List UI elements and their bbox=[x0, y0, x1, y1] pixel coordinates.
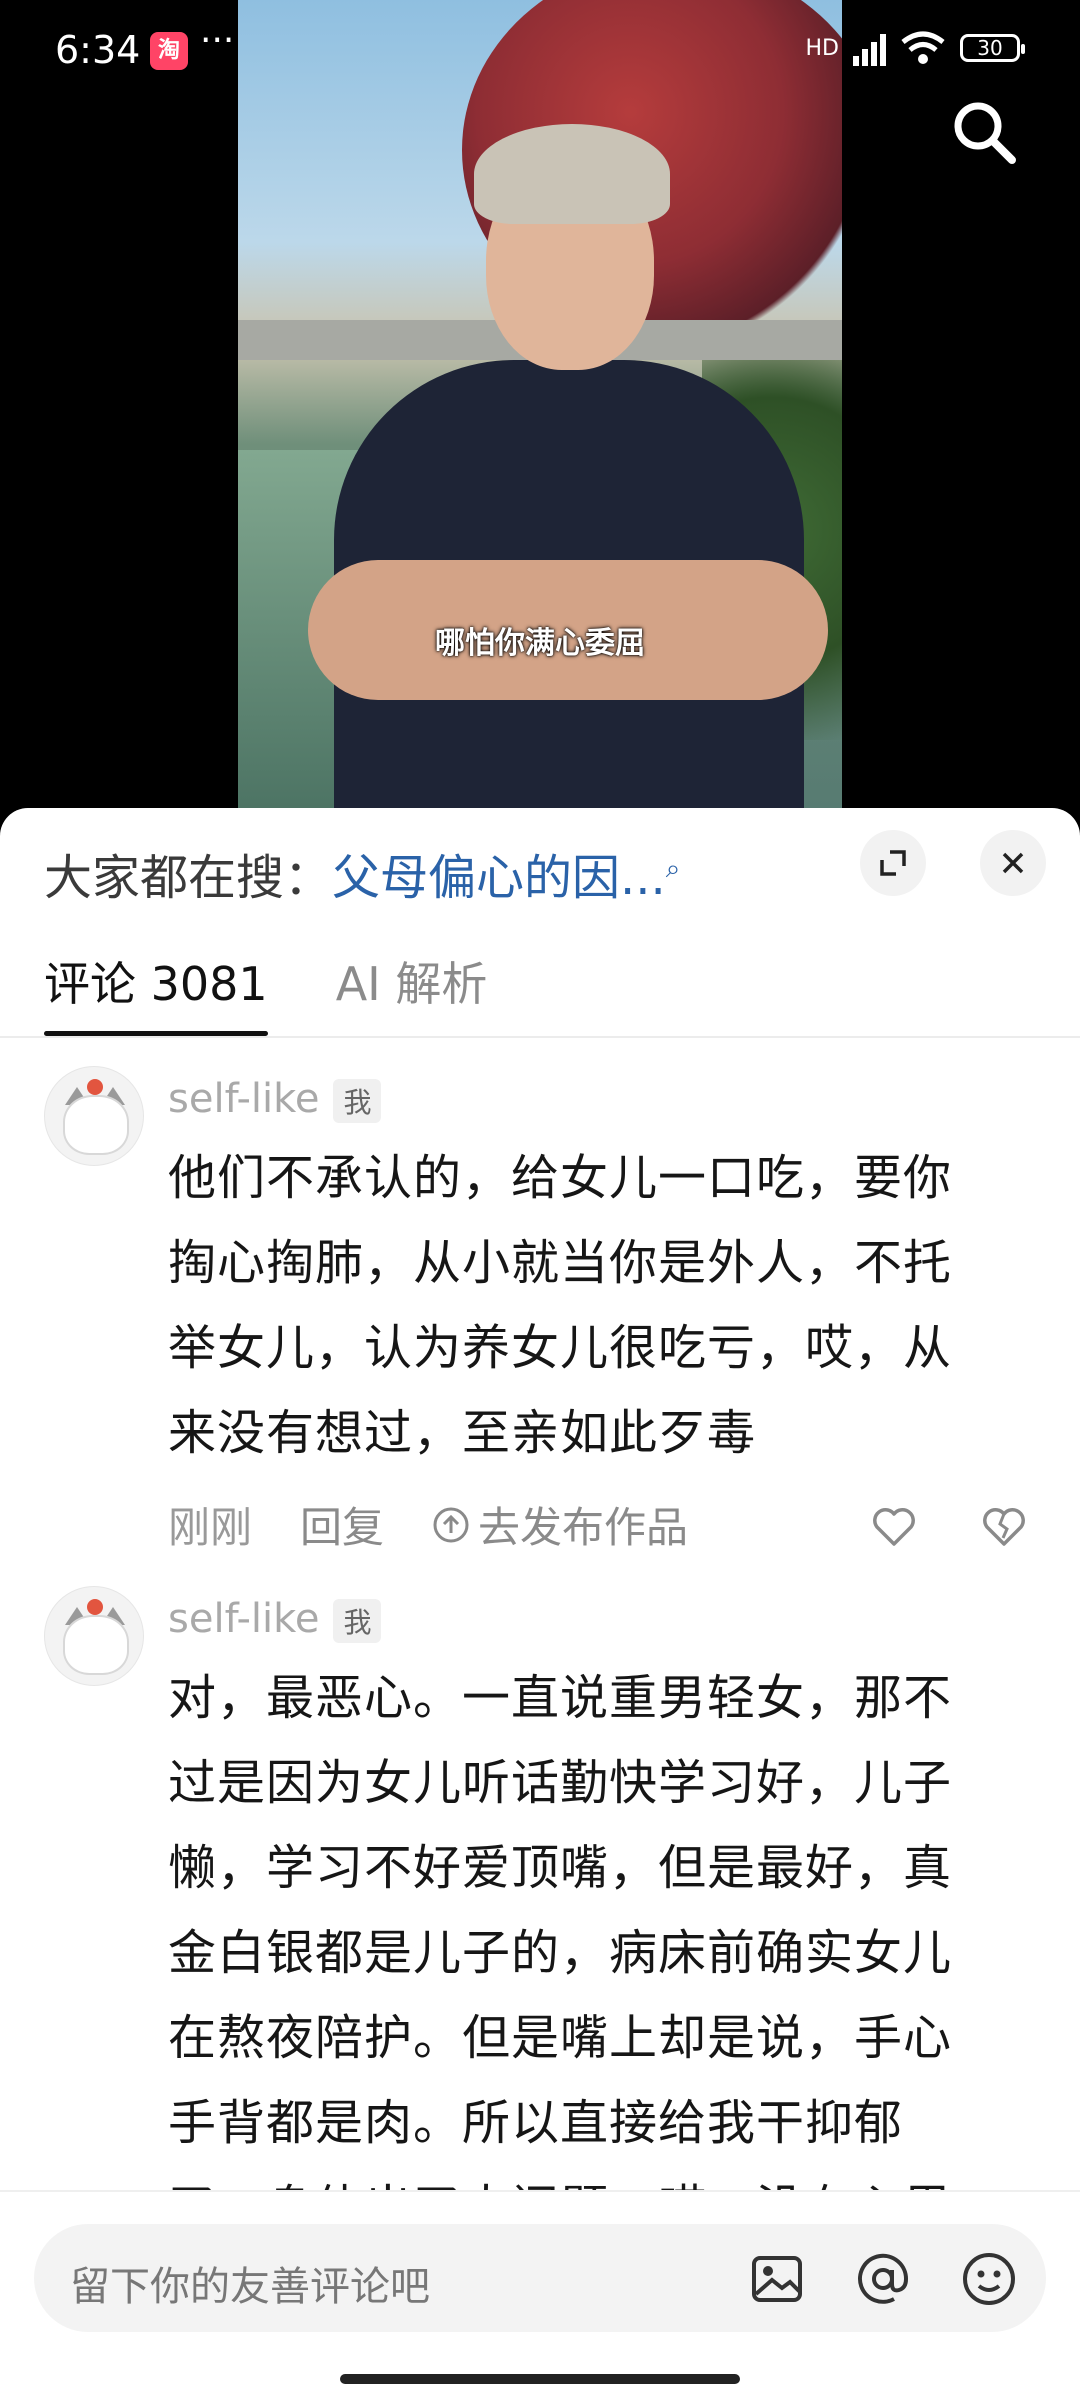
broken-heart-icon[interactable] bbox=[980, 1502, 1028, 1550]
comment-line: 对，最恶心。一直说重男轻女，那不 bbox=[168, 1670, 953, 1726]
video-player[interactable]: 哪怕你满心委屈 bbox=[238, 0, 842, 808]
comment-username[interactable]: self-like 我 bbox=[168, 1076, 382, 1123]
comment-line: 金白银都是儿子的，病床前确实女儿 bbox=[168, 1925, 953, 1981]
expand-button[interactable] bbox=[860, 830, 926, 896]
me-badge: 我 bbox=[333, 1079, 382, 1123]
video-person-cap bbox=[474, 124, 670, 224]
comment-line: 懒，学习不好爱顶嘴，但是最好，真 bbox=[168, 1840, 953, 1896]
status-right: HD 30 bbox=[805, 30, 1025, 66]
wifi-icon bbox=[901, 31, 945, 64]
image-icon[interactable] bbox=[746, 2248, 808, 2310]
tab-ai-analysis[interactable]: AI 解析 bbox=[336, 948, 488, 1014]
trending-prefix: 大家都在搜： bbox=[44, 850, 333, 906]
me-badge: 我 bbox=[333, 1599, 382, 1643]
status-bar: 6:34 淘 ··· HD 30 bbox=[0, 0, 1080, 100]
tab-divider bbox=[0, 1036, 1080, 1038]
cat-avatar-icon bbox=[63, 1095, 129, 1155]
expand-icon bbox=[880, 850, 906, 876]
taobao-icon: 淘 bbox=[150, 32, 188, 70]
cat-avatar-icon bbox=[63, 1615, 129, 1675]
comment-line: 手背都是肉。所以直接给我干抑郁 bbox=[168, 2095, 904, 2151]
signal-icon bbox=[853, 30, 886, 66]
video-subtitle: 哪怕你满心委屈 bbox=[435, 626, 645, 661]
upload-circle-icon bbox=[433, 1507, 469, 1542]
avatar[interactable] bbox=[44, 1066, 144, 1166]
search-icon[interactable] bbox=[948, 96, 1020, 168]
comment-text: 对，最恶心。一直说重男轻女，那不 过是因为女儿听话勤快学习好，儿子 懒，学习不好… bbox=[168, 1656, 1028, 2251]
trending-search-icon: ⌕ bbox=[665, 854, 681, 884]
trending-search[interactable]: 大家都在搜：父母偏心的因...⌕ bbox=[44, 838, 680, 908]
comment-line: 举女儿，认为养女儿很吃亏，哎，从 bbox=[168, 1320, 953, 1376]
comment-sheet: 大家都在搜：父母偏心的因...⌕ 评论 3081 AI 解析 self-like… bbox=[0, 808, 1080, 2400]
publish-work-button[interactable]: 去发布作品 bbox=[432, 1494, 688, 1555]
comment-input[interactable]: 留下你的友善评论吧 bbox=[34, 2224, 1046, 2332]
home-indicator[interactable] bbox=[340, 2374, 740, 2384]
tab-comments[interactable]: 评论 3081 bbox=[44, 948, 268, 1036]
trending-keyword[interactable]: 父母偏心的因... bbox=[332, 850, 666, 906]
emoji-icon[interactable] bbox=[958, 2248, 1020, 2310]
battery-icon: 30 bbox=[960, 34, 1025, 62]
network-type: HD bbox=[805, 35, 839, 61]
comment-text: 他们不承认的，给女儿一口吃，要你 掏心掏肺，从小就当你是外人，不托 举女儿，认为… bbox=[168, 1136, 1028, 1476]
reply-button[interactable]: 回复 bbox=[300, 1494, 384, 1555]
at-icon[interactable] bbox=[852, 2248, 914, 2310]
comment-meta: 刚刚 回复 去发布作品 bbox=[168, 1494, 688, 1555]
publish-work-label: 去发布作品 bbox=[478, 1503, 689, 1552]
comment-username[interactable]: self-like 我 bbox=[168, 1596, 382, 1643]
more-notifications-icon: ··· bbox=[200, 20, 235, 61]
comment-line: 过是因为女儿听话勤快学习好，儿子 bbox=[168, 1755, 953, 1811]
comment-line: 来没有想过，至亲如此歹毒 bbox=[168, 1405, 757, 1461]
comment-input-bar: 留下你的友善评论吧 bbox=[0, 2190, 1080, 2402]
avatar[interactable] bbox=[44, 1586, 144, 1686]
username-text[interactable]: self-like bbox=[168, 1076, 319, 1122]
heart-icon[interactable] bbox=[870, 1502, 918, 1550]
comment-line: 他们不承认的，给女儿一口吃，要你 bbox=[168, 1150, 953, 1206]
comment-input-placeholder: 留下你的友善评论吧 bbox=[70, 2264, 430, 2310]
comment-time: 刚刚 bbox=[168, 1503, 253, 1552]
comment-tabs: 评论 3081 AI 解析 bbox=[44, 948, 488, 1036]
status-time: 6:34 bbox=[55, 28, 141, 72]
close-button[interactable] bbox=[980, 830, 1046, 896]
comment-line: 在熬夜陪护。但是嘴上却是说，手心 bbox=[168, 2010, 953, 2066]
comment-line: 掏心掏肺，从小就当你是外人，不托 bbox=[168, 1235, 953, 1291]
close-icon bbox=[1002, 852, 1024, 874]
username-text[interactable]: self-like bbox=[168, 1596, 319, 1642]
